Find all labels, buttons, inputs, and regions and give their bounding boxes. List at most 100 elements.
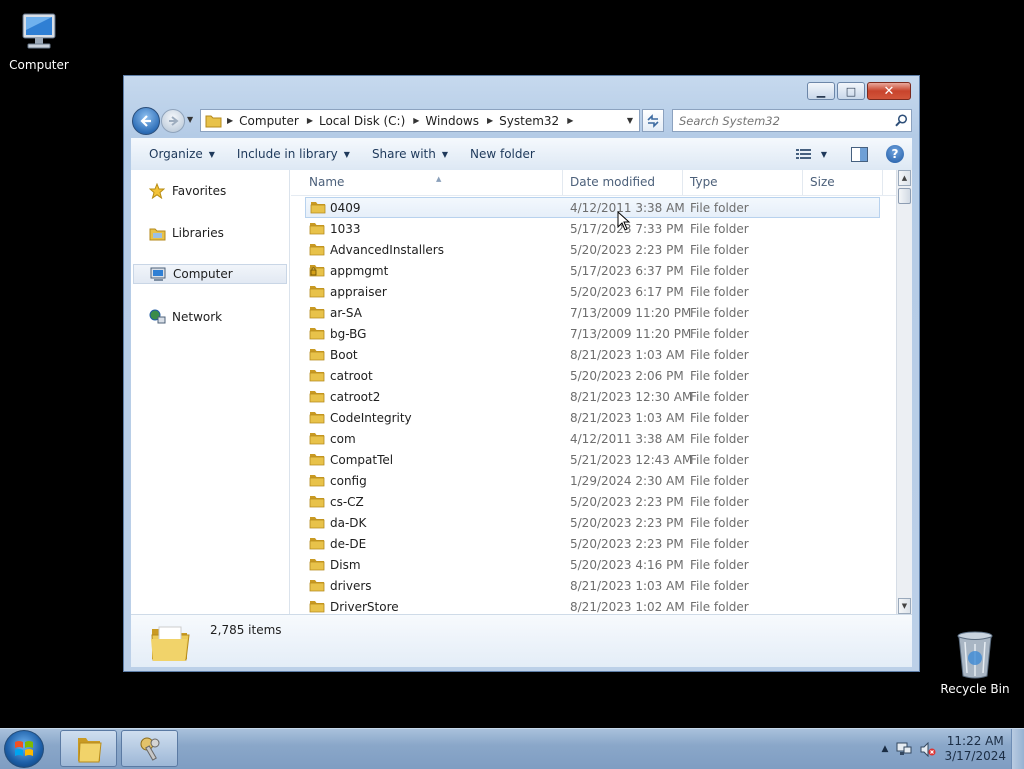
file-row[interactable]: AdvancedInstallers 5/20/2023 2:23 PM File … — [291, 239, 896, 260]
volume-muted-icon[interactable] — [920, 741, 936, 757]
desktop-icon-computer[interactable]: Computer — [0, 8, 84, 72]
file-row[interactable]: catroot 5/20/2023 2:06 PM File folder — [291, 365, 896, 386]
file-row[interactable]: cs-CZ 5/20/2023 2:23 PM File folder — [291, 491, 896, 512]
file-row[interactable]: da-DK 5/20/2023 2:23 PM File folder — [291, 512, 896, 533]
file-date-modified: 5/20/2023 4:16 PM — [570, 557, 684, 572]
new-folder-button[interactable]: New folder — [459, 147, 546, 161]
sort-ascending-icon: ▲ — [436, 175, 442, 183]
file-row[interactable]: DriverStore 8/21/2023 1:02 AM File folder — [291, 596, 896, 614]
breadcrumb-arrow-icon[interactable]: ▶ — [225, 116, 235, 125]
folder-icon — [149, 621, 191, 666]
taskbar-explorer-button[interactable] — [60, 730, 117, 767]
folder-icon — [309, 578, 325, 595]
file-name: catroot2 — [330, 389, 381, 404]
file-row[interactable]: Boot 8/21/2023 1:03 AM File folder — [291, 344, 896, 365]
breadcrumb-arrow-icon[interactable]: ▶ — [305, 116, 315, 125]
computer-icon — [22, 13, 56, 49]
breadcrumb-item[interactable]: System32 — [495, 114, 565, 128]
file-row[interactable]: de-DE 5/20/2023 2:23 PM File folder — [291, 533, 896, 554]
vertical-scrollbar[interactable]: ▲ ▼ — [896, 170, 912, 614]
navigation-pane: Favorites Libraries Computer Network — [131, 170, 290, 614]
file-row[interactable]: CodeIntegrity 8/21/2023 1:03 AM File folde… — [291, 407, 896, 428]
view-controls: ▼ ? — [795, 138, 904, 170]
network-tray-icon[interactable] — [896, 742, 912, 757]
address-bar[interactable]: ▶ Computer ▶ Local Disk (C:) ▶ Windows ▶… — [200, 109, 640, 132]
clock[interactable]: 11:22 AM 3/17/2024 — [944, 734, 1006, 764]
refresh-button[interactable] — [642, 109, 664, 132]
file-type: File folder — [690, 431, 749, 446]
folder-icon — [309, 221, 325, 238]
file-name: cs-CZ — [330, 494, 364, 509]
file-name: da-DK — [330, 515, 367, 530]
file-row[interactable]: catroot2 8/21/2023 12:30 AM File folder — [291, 386, 896, 407]
file-row[interactable]: appmgmt 5/17/2023 6:37 PM File folder — [291, 260, 896, 281]
nav-item-favorites[interactable]: Favorites — [133, 181, 287, 201]
organize-button[interactable]: Organize ▼ — [138, 147, 226, 161]
taskbar: ▲ 11:22 AM 3/17/2024 — [0, 728, 1024, 769]
scroll-down-button[interactable]: ▼ — [898, 598, 911, 614]
file-type: File folder — [690, 326, 749, 341]
file-row[interactable]: 1033 5/17/2023 7:33 PM File folder — [291, 218, 896, 239]
nav-item-computer[interactable]: Computer — [133, 264, 287, 284]
file-row[interactable]: CompatTel 5/21/2023 12:43 AM File folder — [291, 449, 896, 470]
file-row[interactable]: bg-BG 7/13/2009 11:20 PM File folder — [291, 323, 896, 344]
file-row[interactable]: config 1/29/2024 2:30 AM File folder — [291, 470, 896, 491]
preview-pane-button[interactable] — [851, 146, 868, 162]
column-header-size[interactable]: Size — [803, 170, 883, 195]
file-row[interactable]: Dism 5/20/2023 4:16 PM File folder — [291, 554, 896, 575]
file-type: File folder — [690, 557, 749, 572]
breadcrumb-arrow-icon[interactable]: ▶ — [485, 116, 495, 125]
search-input[interactable] — [673, 111, 891, 130]
keys-icon — [140, 737, 159, 761]
file-name: catroot — [330, 368, 373, 383]
show-hidden-icons-icon[interactable]: ▲ — [882, 744, 889, 754]
item-count: 2,785 items — [210, 623, 282, 637]
file-row[interactable]: appraiser 5/20/2023 6:17 PM File folder — [291, 281, 896, 302]
preview-pane-icon — [851, 146, 868, 162]
forward-button[interactable] — [161, 109, 185, 133]
file-date-modified: 7/13/2009 11:20 PM — [570, 305, 692, 320]
file-row[interactable]: 0409 4/12/2011 3:38 AM File folder — [305, 197, 880, 218]
file-name: bg-BG — [330, 326, 367, 341]
breadcrumb-arrow-icon[interactable]: ▶ — [411, 116, 421, 125]
close-button[interactable]: ✕ — [867, 82, 911, 100]
star-icon — [149, 183, 167, 199]
help-button[interactable]: ? — [886, 145, 904, 163]
breadcrumb-item[interactable]: Local Disk (C:) — [315, 114, 411, 128]
address-dropdown-icon[interactable]: ▼ — [621, 116, 639, 125]
file-date-modified: 5/21/2023 12:43 AM — [570, 452, 693, 467]
scroll-thumb[interactable] — [898, 188, 911, 204]
file-row[interactable]: drivers 8/21/2023 1:03 AM File folder — [291, 575, 896, 596]
show-desktop-button[interactable] — [1011, 729, 1024, 769]
desktop-icon-recycle-bin[interactable]: Recycle Bin — [930, 630, 1020, 696]
file-type: File folder — [690, 221, 749, 236]
share-with-button[interactable]: Share with ▼ — [361, 147, 459, 161]
folder-icon — [309, 557, 325, 574]
column-header-name[interactable]: Name ▲ — [302, 170, 563, 195]
start-button[interactable] — [4, 730, 44, 768]
breadcrumb-arrow-icon[interactable]: ▶ — [565, 116, 575, 125]
folder-icon — [309, 515, 325, 532]
recent-pages-chevron-icon[interactable]: ▼ — [187, 115, 193, 124]
change-view-button[interactable]: ▼ — [795, 148, 827, 160]
breadcrumb-item[interactable]: Computer — [235, 114, 305, 128]
system-tray: ▲ 11:22 AM 3/17/2024 — [882, 729, 1024, 769]
column-header-date-modified[interactable]: Date modified — [563, 170, 683, 195]
scroll-up-button[interactable]: ▲ — [898, 170, 911, 186]
maximize-icon: □ — [845, 84, 857, 98]
taskbar-app-button[interactable] — [121, 730, 178, 767]
desktop-icon-label: Computer — [9, 58, 69, 72]
back-button[interactable] — [132, 107, 160, 135]
column-header-type[interactable]: Type — [683, 170, 803, 195]
file-row[interactable]: com 4/12/2011 3:38 AM File folder — [291, 428, 896, 449]
nav-item-libraries[interactable]: Libraries — [133, 223, 287, 243]
nav-item-network[interactable]: Network — [133, 307, 287, 327]
maximize-button[interactable]: □ — [837, 82, 865, 100]
include-in-library-button[interactable]: Include in library ▼ — [226, 147, 361, 161]
minimize-button[interactable]: ▁ — [807, 82, 835, 100]
search-icon[interactable] — [891, 114, 911, 127]
file-row[interactable]: ar-SA 7/13/2009 11:20 PM File folder — [291, 302, 896, 323]
breadcrumb-item[interactable]: Windows — [421, 114, 485, 128]
column-header-label: Type — [690, 175, 718, 189]
nav-item-label: Libraries — [172, 226, 224, 240]
